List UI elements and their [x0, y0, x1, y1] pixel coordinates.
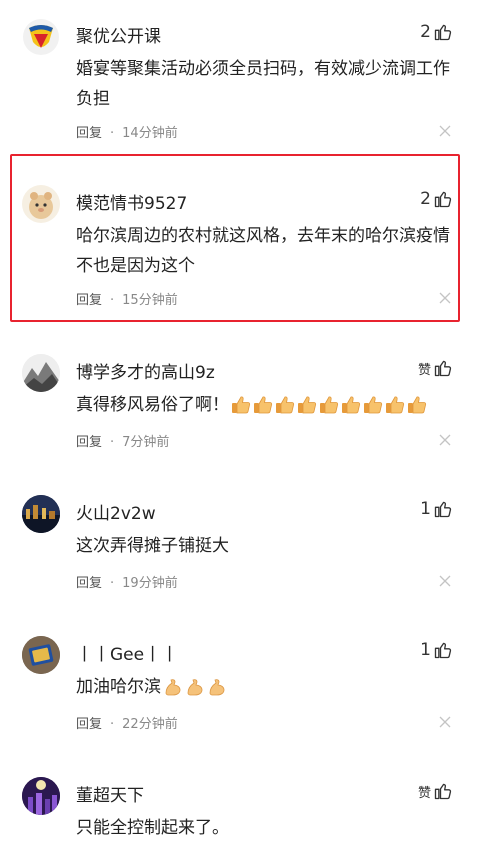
- night-city-avatar[interactable]: [22, 495, 60, 533]
- close-icon[interactable]: [439, 434, 451, 446]
- like-count: 1: [420, 640, 431, 660]
- close-icon[interactable]: [439, 125, 451, 137]
- thumbs-up-emoji: [297, 395, 317, 415]
- like-button[interactable]: 1: [420, 640, 453, 660]
- emoji-row: [231, 395, 427, 415]
- username[interactable]: 丨丨Gee丨丨: [76, 640, 178, 665]
- comment-text: 加油哈尔滨: [76, 672, 456, 702]
- separator-dot: ·: [110, 576, 115, 591]
- like-button[interactable]: 1: [420, 499, 453, 519]
- reply-button[interactable]: 回复: [76, 435, 102, 450]
- like-button[interactable]: 2: [420, 189, 453, 209]
- emoji-row: [163, 677, 227, 697]
- thumbs-up-emoji: [385, 395, 405, 415]
- comment-meta: 回复 · 15分钟前: [76, 289, 178, 308]
- comment-text: 真得移风易俗了啊！: [76, 390, 456, 420]
- timestamp: 7分钟前: [122, 435, 170, 450]
- comment-text: 婚宴等聚集活动必须全员扫码，有效减少流调工作负担: [76, 59, 450, 109]
- thumbs-up-icon: [433, 781, 453, 801]
- comment-text-content: 真得移风易俗了啊！: [76, 395, 229, 415]
- timestamp: 14分钟前: [122, 126, 178, 141]
- comment-meta: 回复 · 7分钟前: [76, 431, 169, 450]
- thumbs-up-emoji: [363, 395, 383, 415]
- comment-text-content: 加油哈尔滨: [76, 677, 161, 697]
- thumbs-up-icon: [433, 499, 453, 519]
- thumbs-up-emoji: [275, 395, 295, 415]
- username[interactable]: 聚优公开课: [76, 22, 161, 47]
- flexed-biceps-emoji: [185, 677, 205, 697]
- thumbs-up-icon: [433, 189, 453, 209]
- like-label: 赞: [417, 362, 431, 378]
- thumbs-up-icon: [433, 640, 453, 660]
- separator-dot: ·: [110, 126, 115, 141]
- mountain-painting-avatar[interactable]: [22, 354, 60, 392]
- like-count: 1: [420, 499, 431, 519]
- comment-text: 只能全控制起来了。: [76, 818, 229, 838]
- like-label: 赞: [417, 785, 431, 801]
- username[interactable]: 模范情书9527: [76, 189, 187, 214]
- flexed-biceps-emoji: [163, 677, 183, 697]
- separator-dot: ·: [110, 293, 115, 308]
- comment-text: 这次弄得摊子铺挺大: [76, 536, 229, 556]
- book-avatar[interactable]: [22, 636, 60, 674]
- purple-night-avatar[interactable]: [22, 777, 60, 815]
- thumbs-up-emoji: [231, 395, 251, 415]
- like-button[interactable]: 2: [420, 22, 453, 42]
- comment-meta: 回复 · 19分钟前: [76, 572, 178, 591]
- close-icon[interactable]: [439, 575, 451, 587]
- username[interactable]: 博学多才的高山9z: [76, 358, 215, 383]
- thumbs-up-emoji: [319, 395, 339, 415]
- like-count: 2: [420, 189, 431, 209]
- thumbs-up-emoji: [253, 395, 273, 415]
- close-icon[interactable]: [439, 716, 451, 728]
- hamster-avatar[interactable]: [22, 185, 60, 223]
- timestamp: 15分钟前: [122, 293, 178, 308]
- like-button[interactable]: 赞: [418, 781, 453, 801]
- like-count: 2: [420, 22, 431, 42]
- like-button[interactable]: 赞: [418, 358, 453, 378]
- thumbs-up-emoji: [407, 395, 427, 415]
- separator-dot: ·: [110, 717, 115, 732]
- timestamp: 19分钟前: [122, 576, 178, 591]
- comment-meta: 回复 · 22分钟前: [76, 713, 178, 732]
- thumbs-up-icon: [433, 358, 453, 378]
- username[interactable]: 董超天下: [76, 781, 144, 806]
- separator-dot: ·: [110, 435, 115, 450]
- close-icon[interactable]: [439, 292, 451, 304]
- comment-meta: 回复 · 14分钟前: [76, 122, 178, 141]
- comment-text: 哈尔滨周边的农村就这风格，去年末的哈尔滨疫情不也是因为这个: [76, 226, 450, 276]
- shield-logo-avatar[interactable]: [22, 18, 60, 56]
- username[interactable]: 火山2v2w: [76, 499, 156, 524]
- reply-button[interactable]: 回复: [76, 717, 102, 732]
- thumbs-up-emoji: [341, 395, 361, 415]
- reply-button[interactable]: 回复: [76, 293, 102, 308]
- timestamp: 22分钟前: [122, 717, 178, 732]
- reply-button[interactable]: 回复: [76, 126, 102, 141]
- flexed-biceps-emoji: [207, 677, 227, 697]
- thumbs-up-icon: [433, 22, 453, 42]
- reply-button[interactable]: 回复: [76, 576, 102, 591]
